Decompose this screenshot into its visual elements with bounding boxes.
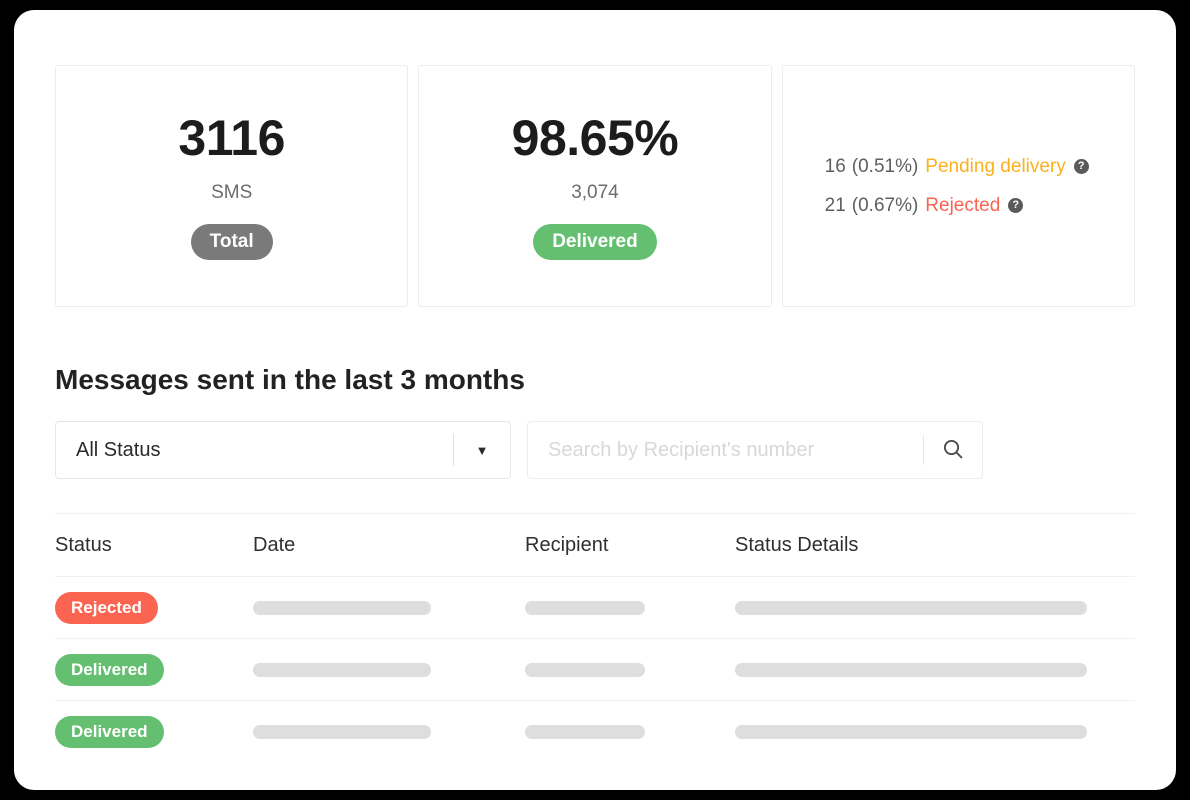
table-row[interactable]: Delivered	[55, 701, 1135, 762]
search-field[interactable]	[527, 421, 983, 479]
skeleton-placeholder	[525, 724, 645, 739]
search-icon	[941, 437, 965, 464]
row-status-details-cell	[735, 724, 1135, 739]
column-header-status-details: Status Details	[735, 533, 859, 556]
pending-delivery-percent: (0.51%)	[851, 156, 919, 177]
status-badge: Rejected	[55, 591, 158, 624]
table-row[interactable]: Rejected	[55, 577, 1135, 639]
help-icon[interactable]: ?	[1008, 198, 1024, 213]
search-input[interactable]	[528, 437, 923, 463]
row-date-cell	[253, 724, 525, 739]
card-issues: 16 (0.51%) Pending delivery ? 21 (0.67%)…	[781, 65, 1136, 307]
messages-table: Status Date Recipient Status Details Rej…	[55, 513, 1135, 762]
row-status-cell: Delivered	[55, 715, 253, 748]
table-header-row: Status Date Recipient Status Details	[55, 514, 1135, 577]
card-total-sms: 3116 SMS Total	[55, 65, 409, 307]
skeleton-placeholder	[525, 662, 645, 677]
summary-cards: 3116 SMS Total 98.65% 3,074 Delivered 16…	[55, 65, 1136, 307]
search-button[interactable]	[924, 436, 982, 465]
help-icon[interactable]: ?	[1073, 159, 1089, 174]
rejected-count: 21	[824, 195, 846, 216]
row-status-details-cell	[735, 600, 1135, 615]
table-row[interactable]: Delivered	[55, 639, 1135, 701]
total-sms-value: 3116	[178, 109, 285, 166]
issue-row-pending-delivery: 16 (0.51%) Pending delivery ?	[825, 157, 1089, 176]
pending-delivery-label: Pending delivery	[925, 156, 1066, 177]
status-badge: Delivered	[55, 653, 164, 686]
skeleton-placeholder	[253, 600, 431, 615]
skeleton-placeholder	[735, 724, 1087, 739]
total-badge: Total	[190, 223, 273, 260]
column-header-status: Status	[55, 533, 112, 556]
delivered-percent-value: 98.65%	[511, 109, 679, 166]
row-status-cell: Delivered	[55, 653, 253, 686]
skeleton-placeholder	[735, 600, 1087, 615]
row-recipient-cell	[525, 600, 735, 615]
row-recipient-cell	[525, 724, 735, 739]
column-header-date: Date	[253, 533, 296, 556]
page-title: Messages sent in the last 3 months	[55, 364, 525, 395]
total-sms-label: SMS	[211, 181, 253, 203]
status-filter-value: All Status	[76, 438, 161, 461]
skeleton-placeholder	[735, 662, 1087, 677]
row-recipient-cell	[525, 662, 735, 677]
chevron-down-icon[interactable]: ▼	[454, 443, 510, 458]
row-status-cell: Rejected	[55, 591, 253, 624]
rejected-percent: (0.67%)	[851, 195, 919, 216]
rejected-label: Rejected	[925, 195, 1001, 216]
skeleton-placeholder	[253, 724, 431, 739]
row-date-cell	[253, 600, 525, 615]
status-filter-select[interactable]: All Status ▼	[55, 421, 511, 479]
page-content: 3116 SMS Total 98.65% 3,074 Delivered 16…	[55, 65, 1136, 762]
filter-bar: All Status ▼	[55, 421, 1135, 479]
column-header-recipient: Recipient	[525, 533, 609, 556]
skeleton-placeholder	[525, 600, 645, 615]
pending-delivery-count: 16	[824, 156, 846, 177]
card-delivered: 98.65% 3,074 Delivered	[418, 65, 772, 307]
status-badge: Delivered	[55, 715, 164, 748]
skeleton-placeholder	[253, 662, 431, 677]
delivered-count: 3,074	[571, 181, 619, 203]
app-window: 3116 SMS Total 98.65% 3,074 Delivered 16…	[14, 10, 1176, 790]
row-status-details-cell	[735, 662, 1135, 677]
issue-row-rejected: 21 (0.67%) Rejected ?	[825, 196, 1024, 215]
row-date-cell	[253, 662, 525, 677]
delivered-badge: Delivered	[533, 223, 657, 260]
